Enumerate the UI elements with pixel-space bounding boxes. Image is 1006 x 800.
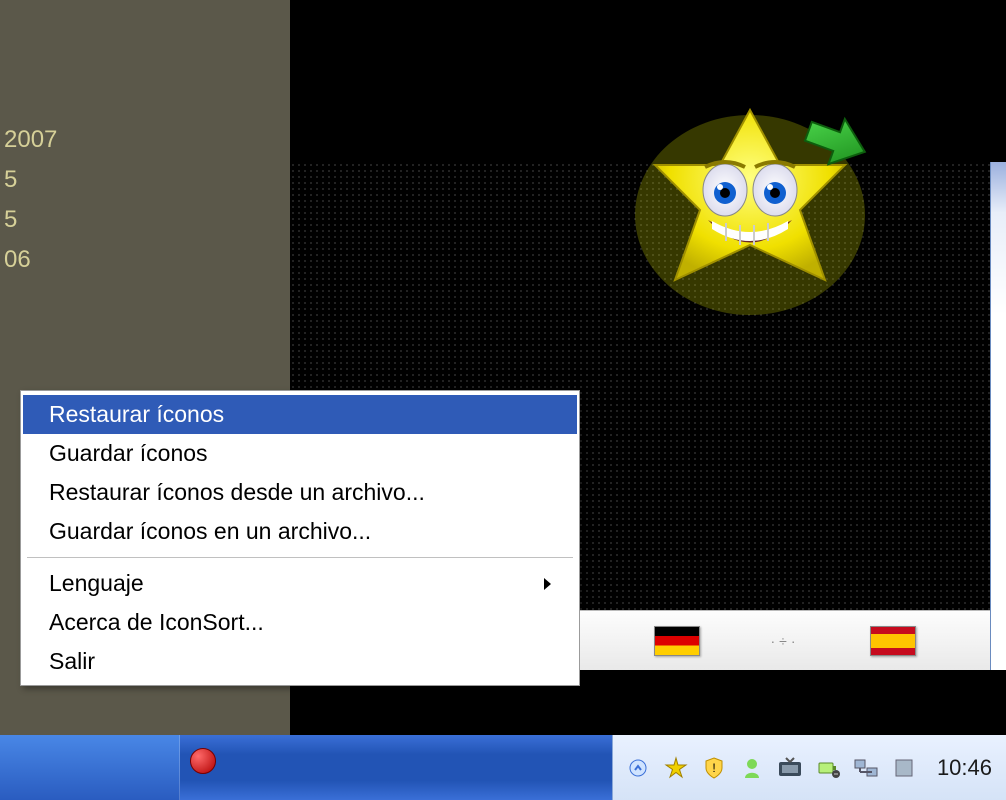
sidebar-text: 06 xyxy=(0,240,290,280)
tray-expand-icon[interactable] xyxy=(623,753,653,783)
separator-dots-icon: ·÷· xyxy=(770,633,799,649)
tray-clock[interactable]: 10:46 xyxy=(937,755,992,781)
menu-item-label: Acerca de IconSort... xyxy=(49,609,264,636)
menu-item-label: Guardar íconos en un archivo... xyxy=(49,518,371,545)
tray-icon-generic[interactable] xyxy=(889,753,919,783)
menu-restore-from-file[interactable]: Restaurar íconos desde un archivo... xyxy=(23,473,577,512)
menu-about[interactable]: Acerca de IconSort... xyxy=(23,603,577,642)
menu-item-label: Restaurar íconos desde un archivo... xyxy=(49,479,425,506)
sidebar-text: 5 xyxy=(0,160,290,200)
menu-language[interactable]: Lenguaje xyxy=(23,564,577,603)
menu-restore-icons[interactable]: Restaurar íconos xyxy=(23,395,577,434)
taskbar-left[interactable] xyxy=(0,735,180,800)
tray-messenger-icon[interactable] xyxy=(737,753,767,783)
taskbar-program-icon[interactable] xyxy=(190,748,230,788)
menu-separator xyxy=(27,557,573,558)
germany-flag-icon[interactable] xyxy=(654,626,700,656)
tray-network-icon[interactable] xyxy=(851,753,881,783)
context-menu: Restaurar íconos Guardar íconos Restaura… xyxy=(20,390,580,686)
menu-exit[interactable]: Salir xyxy=(23,642,577,681)
submenu-arrow-icon xyxy=(544,578,551,590)
menu-save-to-file[interactable]: Guardar íconos en un archivo... xyxy=(23,512,577,551)
sidebar-text: 5 xyxy=(0,200,290,240)
tray-battery-icon[interactable] xyxy=(813,753,843,783)
taskbar: ! 10:46 xyxy=(0,735,1006,800)
tray-tv-icon[interactable] xyxy=(775,753,805,783)
tray-star-icon[interactable] xyxy=(661,753,691,783)
menu-item-label: Guardar íconos xyxy=(49,440,208,467)
sidebar-text: 2007 xyxy=(0,120,290,160)
tray-shield-icon[interactable]: ! xyxy=(699,753,729,783)
menu-item-label: Salir xyxy=(49,648,95,675)
svg-text:!: ! xyxy=(712,761,715,775)
system-tray: ! 10:46 xyxy=(612,735,1006,800)
menu-item-label: Lenguaje xyxy=(49,570,144,597)
window-edge xyxy=(990,162,1006,670)
menu-save-icons[interactable]: Guardar íconos xyxy=(23,434,577,473)
spain-flag-icon[interactable] xyxy=(870,626,916,656)
language-flag-bar: ·÷· xyxy=(580,610,990,670)
menu-item-label: Restaurar íconos xyxy=(49,401,224,428)
